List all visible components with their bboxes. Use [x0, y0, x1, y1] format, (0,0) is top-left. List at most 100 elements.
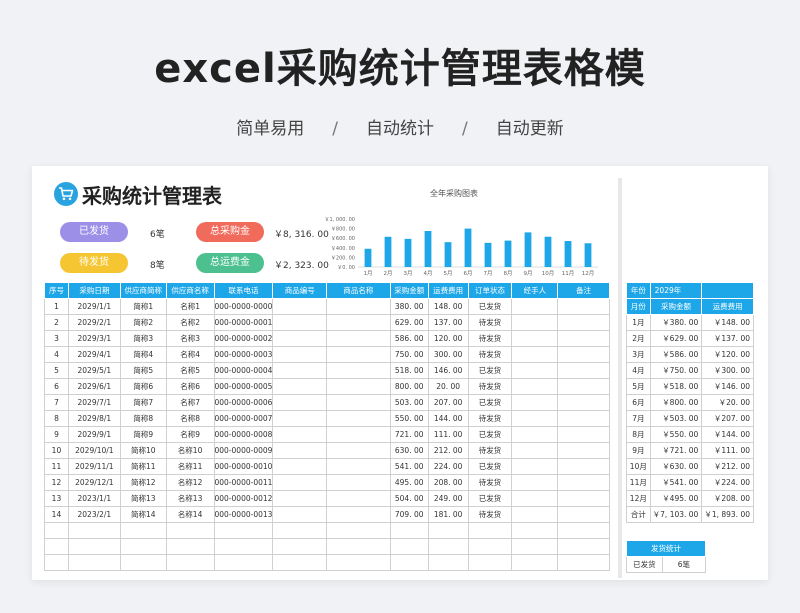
table-cell[interactable] — [557, 522, 610, 539]
table-cell[interactable] — [272, 522, 328, 539]
table-cell[interactable] — [326, 474, 391, 491]
table-cell[interactable]: 简称5 — [119, 362, 167, 379]
table-cell[interactable]: 181. 00 — [427, 506, 469, 523]
table-cell[interactable]: 1月 — [626, 314, 651, 331]
table-cell[interactable]: 简称4 — [119, 346, 167, 363]
table-cell[interactable]: 2029/11/1 — [67, 458, 121, 475]
table-cell[interactable]: 名称11 — [165, 458, 215, 475]
table-cell[interactable]: 12 — [44, 474, 69, 491]
table-cell[interactable] — [272, 426, 328, 443]
table-cell[interactable]: 简称13 — [119, 490, 167, 507]
table-cell[interactable]: 300. 00 — [427, 346, 469, 363]
table-cell[interactable] — [272, 378, 328, 395]
table-cell[interactable]: 224. 00 — [427, 458, 469, 475]
table-cell[interactable]: 2029/3/1 — [67, 330, 121, 347]
table-cell[interactable] — [511, 330, 559, 347]
table-cell[interactable]: ￥207. 00 — [701, 410, 754, 427]
table-cell[interactable]: 已发货 — [626, 556, 663, 573]
table-cell[interactable]: 14 — [44, 506, 69, 523]
table-cell[interactable] — [119, 554, 167, 571]
table-cell[interactable] — [326, 426, 391, 443]
table-cell[interactable]: ￥800. 00 — [649, 394, 703, 411]
table-cell[interactable]: 简称10 — [119, 442, 167, 459]
table-cell[interactable]: 待发货 — [467, 442, 513, 459]
table-cell[interactable] — [511, 298, 559, 315]
table-cell[interactable]: ￥550. 00 — [649, 426, 703, 443]
table-cell[interactable] — [557, 506, 610, 523]
table-cell[interactable]: 000-0000-0006 — [213, 394, 274, 411]
table-cell[interactable] — [326, 410, 391, 427]
table-cell[interactable]: 10 — [44, 442, 69, 459]
table-cell[interactable] — [272, 442, 328, 459]
table-cell[interactable]: 已发货 — [467, 394, 513, 411]
table-cell[interactable] — [557, 346, 610, 363]
table-cell[interactable]: ￥148. 00 — [701, 314, 754, 331]
table-cell[interactable] — [326, 554, 391, 571]
table-cell[interactable]: 1 — [44, 298, 69, 315]
table-cell[interactable]: 144. 00 — [427, 410, 469, 427]
table-cell[interactable]: 简称12 — [119, 474, 167, 491]
table-cell[interactable]: 名称8 — [165, 410, 215, 427]
table-cell[interactable] — [511, 506, 559, 523]
table-cell[interactable] — [511, 442, 559, 459]
table-cell[interactable]: 名称3 — [165, 330, 215, 347]
table-cell[interactable]: ￥7, 103. 00 — [649, 506, 703, 523]
table-cell[interactable]: 2029/2/1 — [67, 314, 121, 331]
table-cell[interactable] — [165, 522, 215, 539]
table-cell[interactable]: ￥630. 00 — [649, 458, 703, 475]
table-cell[interactable] — [326, 458, 391, 475]
table-cell[interactable]: ￥750. 00 — [649, 362, 703, 379]
table-cell[interactable] — [326, 298, 391, 315]
table-cell[interactable]: 2029/9/1 — [67, 426, 121, 443]
table-cell[interactable]: 简称3 — [119, 330, 167, 347]
table-cell[interactable]: 已发货 — [467, 362, 513, 379]
table-cell[interactable] — [427, 538, 469, 555]
table-cell[interactable] — [557, 410, 610, 427]
table-cell[interactable]: 000-0000-0010 — [213, 458, 274, 475]
table-cell[interactable] — [272, 474, 328, 491]
table-cell[interactable]: 629. 00 — [389, 314, 429, 331]
table-cell[interactable]: 000-0000-0003 — [213, 346, 274, 363]
table-cell[interactable]: 146. 00 — [427, 362, 469, 379]
table-cell[interactable]: 待发货 — [467, 346, 513, 363]
table-cell[interactable] — [213, 554, 274, 571]
year-value[interactable]: 2029年 — [649, 282, 703, 299]
table-cell[interactable] — [326, 346, 391, 363]
table-cell[interactable]: 待发货 — [467, 506, 513, 523]
table-cell[interactable]: 10月 — [626, 458, 651, 475]
table-cell[interactable]: 800. 00 — [389, 378, 429, 395]
table-cell[interactable]: 2029/10/1 — [67, 442, 121, 459]
table-cell[interactable]: 504. 00 — [389, 490, 429, 507]
table-cell[interactable] — [427, 522, 469, 539]
table-cell[interactable]: ￥541. 00 — [649, 474, 703, 491]
table-cell[interactable]: 简称2 — [119, 314, 167, 331]
table-cell[interactable]: 5月 — [626, 378, 651, 395]
table-cell[interactable]: 待发货 — [467, 410, 513, 427]
table-cell[interactable]: ￥137. 00 — [701, 330, 754, 347]
table-cell[interactable] — [511, 522, 559, 539]
table-cell[interactable]: 已发货 — [467, 490, 513, 507]
table-cell[interactable] — [272, 538, 328, 555]
table-cell[interactable]: 2029/6/1 — [67, 378, 121, 395]
table-cell[interactable] — [557, 458, 610, 475]
table-cell[interactable]: 名称7 — [165, 394, 215, 411]
table-cell[interactable]: 2月 — [626, 330, 651, 347]
table-cell[interactable]: ￥518. 00 — [649, 378, 703, 395]
table-cell[interactable]: ￥212. 00 — [701, 458, 754, 475]
table-cell[interactable] — [511, 362, 559, 379]
table-cell[interactable] — [557, 298, 610, 315]
table-cell[interactable] — [557, 538, 610, 555]
table-cell[interactable]: ￥1, 893. 00 — [701, 506, 754, 523]
table-cell[interactable] — [557, 378, 610, 395]
table-cell[interactable]: ￥20. 00 — [701, 394, 754, 411]
table-cell[interactable]: 8 — [44, 410, 69, 427]
table-cell[interactable] — [557, 314, 610, 331]
table-cell[interactable] — [272, 554, 328, 571]
table-cell[interactable] — [511, 394, 559, 411]
table-cell[interactable] — [44, 538, 69, 555]
table-cell[interactable] — [272, 506, 328, 523]
table-cell[interactable] — [213, 522, 274, 539]
table-cell[interactable]: 2023/1/1 — [67, 490, 121, 507]
table-cell[interactable]: 750. 00 — [389, 346, 429, 363]
table-cell[interactable] — [511, 378, 559, 395]
